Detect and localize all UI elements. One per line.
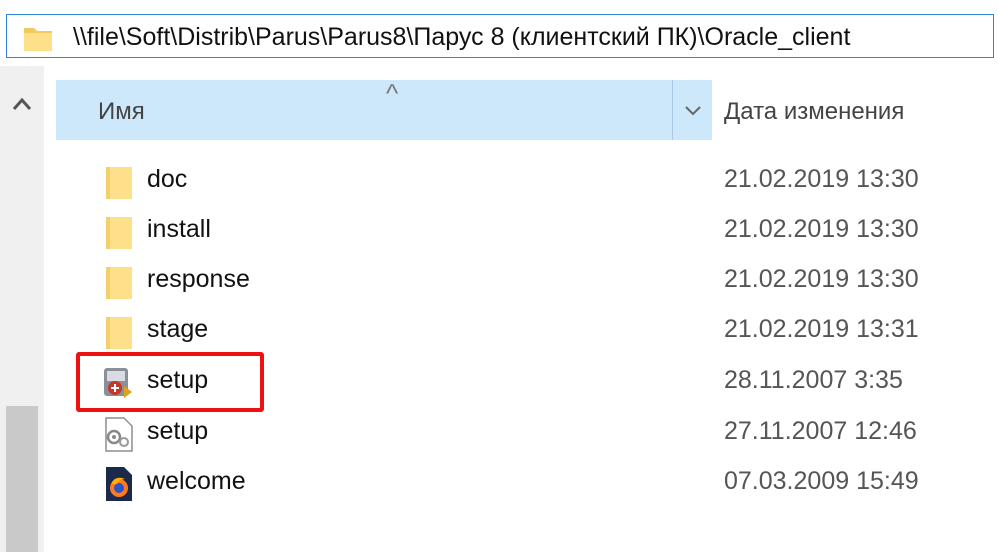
vertical-scrollbar[interactable] bbox=[0, 66, 44, 552]
folder-icon bbox=[23, 23, 53, 58]
list-item[interactable]: setup 27.11.2007 12:46 bbox=[56, 409, 998, 459]
list-item[interactable]: install 21.02.2019 13:30 bbox=[56, 207, 998, 257]
file-name: welcome bbox=[147, 467, 246, 495]
sort-ascending-icon: ^ bbox=[386, 78, 399, 108]
list-item[interactable]: stage 21.02.2019 13:31 bbox=[56, 307, 998, 357]
scrollbar-thumb[interactable] bbox=[6, 406, 38, 552]
file-name: setup bbox=[147, 417, 209, 445]
file-date: 27.11.2007 12:46 bbox=[724, 417, 917, 445]
list-item[interactable]: doc 21.02.2019 13:30 bbox=[56, 157, 998, 207]
column-header-date-label: Дата изменения bbox=[724, 98, 905, 125]
file-date: 21.02.2019 13:31 bbox=[724, 315, 919, 343]
file-name: stage bbox=[147, 315, 209, 343]
column-header-date[interactable]: Дата изменения bbox=[712, 80, 998, 140]
file-date: 21.02.2019 13:30 bbox=[724, 165, 919, 193]
file-name: install bbox=[147, 215, 211, 243]
column-header-name[interactable]: ^ Имя bbox=[56, 78, 672, 140]
file-name: doc bbox=[147, 165, 188, 193]
column-header-name-label: Имя bbox=[98, 98, 145, 125]
firefox-html-icon bbox=[100, 465, 138, 503]
file-date: 21.02.2019 13:30 bbox=[724, 265, 919, 293]
folder-icon bbox=[100, 313, 138, 351]
address-bar: \\file\Soft\Distrib\Parus\Parus8\Парус 8… bbox=[0, 0, 998, 64]
column-filter-dropdown[interactable] bbox=[672, 80, 712, 140]
file-date: 28.11.2007 3:35 bbox=[724, 366, 903, 394]
file-date: 21.02.2019 13:30 bbox=[724, 215, 919, 243]
list-item[interactable]: response 21.02.2019 13:30 bbox=[56, 257, 998, 307]
file-date: 07.03.2009 15:49 bbox=[724, 467, 919, 495]
address-input[interactable]: \\file\Soft\Distrib\Parus\Parus8\Парус 8… bbox=[6, 14, 994, 58]
folder-icon bbox=[100, 213, 138, 251]
list-item[interactable]: welcome 07.03.2009 15:49 bbox=[56, 459, 998, 509]
scroll-up-arrow-icon[interactable] bbox=[10, 94, 34, 114]
config-file-icon bbox=[100, 415, 138, 453]
folder-icon bbox=[100, 163, 138, 201]
folder-icon bbox=[100, 263, 138, 301]
address-path: \\file\Soft\Distrib\Parus\Parus8\Парус 8… bbox=[73, 23, 851, 51]
file-name: response bbox=[147, 265, 250, 293]
highlight-annotation bbox=[76, 352, 264, 412]
